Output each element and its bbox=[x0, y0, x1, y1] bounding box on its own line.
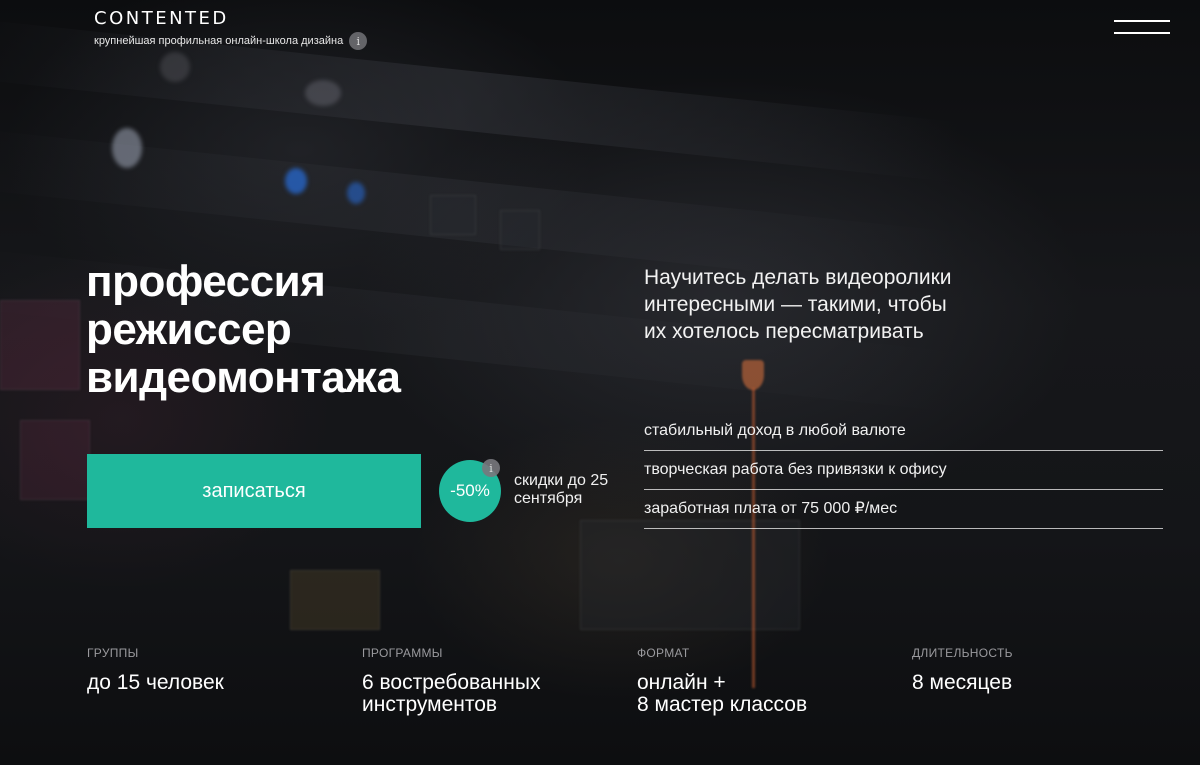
title-line: профессия bbox=[86, 257, 326, 306]
stat-label: ПРОГРАММЫ bbox=[362, 646, 443, 660]
bg-decor bbox=[347, 182, 365, 204]
tagline-row: крупнейшая профильная онлайн-школа дизай… bbox=[94, 32, 368, 50]
logo-block: CONTENTED крупнейшая профильная онлайн-ш… bbox=[94, 8, 368, 50]
bg-decor bbox=[742, 360, 764, 390]
benefit-item: заработная плата от 75 000 ₽/мес bbox=[644, 490, 1163, 529]
menu-line bbox=[1114, 32, 1170, 34]
benefit-item: стабильный доход в любой валюте bbox=[644, 412, 1163, 451]
stat-value-line: инструментов bbox=[362, 693, 498, 716]
stat-label: ГРУППЫ bbox=[87, 646, 139, 660]
bg-decor bbox=[20, 420, 90, 500]
stat-value: 8 месяцев bbox=[912, 672, 1187, 694]
stat-value: 6 востребованных инструментов bbox=[362, 672, 637, 716]
bg-decor bbox=[580, 520, 800, 630]
bg-decor bbox=[430, 195, 476, 235]
stat-groups: ГРУППЫ до 15 человек bbox=[87, 646, 362, 716]
menu-line bbox=[1114, 20, 1170, 22]
bg-decor bbox=[500, 210, 540, 250]
bg-decor bbox=[285, 168, 307, 194]
discount-text-line: сентября bbox=[514, 490, 583, 507]
course-stats: ГРУППЫ до 15 человек ПРОГРАММЫ 6 востреб… bbox=[87, 646, 1187, 716]
stat-value-line: 8 месяцев bbox=[912, 671, 1013, 694]
info-icon[interactable]: i bbox=[482, 459, 500, 477]
benefits-list: стабильный доход в любой валюте творческ… bbox=[644, 412, 1163, 529]
subtitle-line: их хотелось пересматривать bbox=[644, 320, 924, 343]
subtitle-line: интересными — такими, чтобы bbox=[644, 293, 947, 316]
stat-duration: ДЛИТЕЛЬНОСТЬ 8 месяцев bbox=[912, 646, 1187, 716]
bg-decor bbox=[305, 80, 341, 106]
hero-subtitle: Научитесь делать видеоролики интересными… bbox=[644, 264, 1044, 345]
site-logo[interactable]: CONTENTED bbox=[94, 8, 367, 29]
subtitle-line: Научитесь делать видеоролики bbox=[644, 266, 952, 289]
tagline: крупнейшая профильная онлайн-школа дизай… bbox=[94, 35, 344, 47]
info-icon[interactable]: i bbox=[349, 32, 368, 50]
benefit-item: творческая работа без привязки к офису bbox=[644, 451, 1163, 490]
bg-decor bbox=[0, 300, 80, 390]
stat-programs: ПРОГРАММЫ 6 востребованных инструментов bbox=[362, 646, 637, 716]
discount-text-line: скидки до 25 bbox=[514, 472, 609, 489]
title-line: видеомонтажа bbox=[86, 353, 401, 402]
page-title: профессия режиссер видеомонтажа bbox=[86, 258, 606, 402]
stat-value-line: онлайн + bbox=[637, 671, 726, 694]
stat-value-line: до 15 человек bbox=[87, 671, 224, 694]
stat-value-line: 6 востребованных bbox=[362, 671, 541, 694]
stat-format: ФОРМАТ онлайн + 8 мастер классов bbox=[637, 646, 912, 716]
stat-label: ФОРМАТ bbox=[637, 646, 690, 660]
stat-value: до 15 человек bbox=[87, 672, 362, 694]
enroll-button[interactable]: записаться bbox=[87, 454, 421, 528]
bg-decor bbox=[112, 128, 142, 168]
stat-value: онлайн + 8 мастер классов bbox=[637, 672, 912, 716]
bg-decor bbox=[160, 52, 190, 82]
title-line: режиссер bbox=[86, 305, 292, 354]
stat-label: ДЛИТЕЛЬНОСТЬ bbox=[912, 646, 1013, 660]
stat-value-line: 8 мастер классов bbox=[637, 693, 808, 716]
discount-deadline: скидки до 25 сентября bbox=[514, 472, 634, 508]
bg-decor bbox=[290, 570, 380, 630]
hamburger-icon[interactable] bbox=[1114, 18, 1170, 36]
